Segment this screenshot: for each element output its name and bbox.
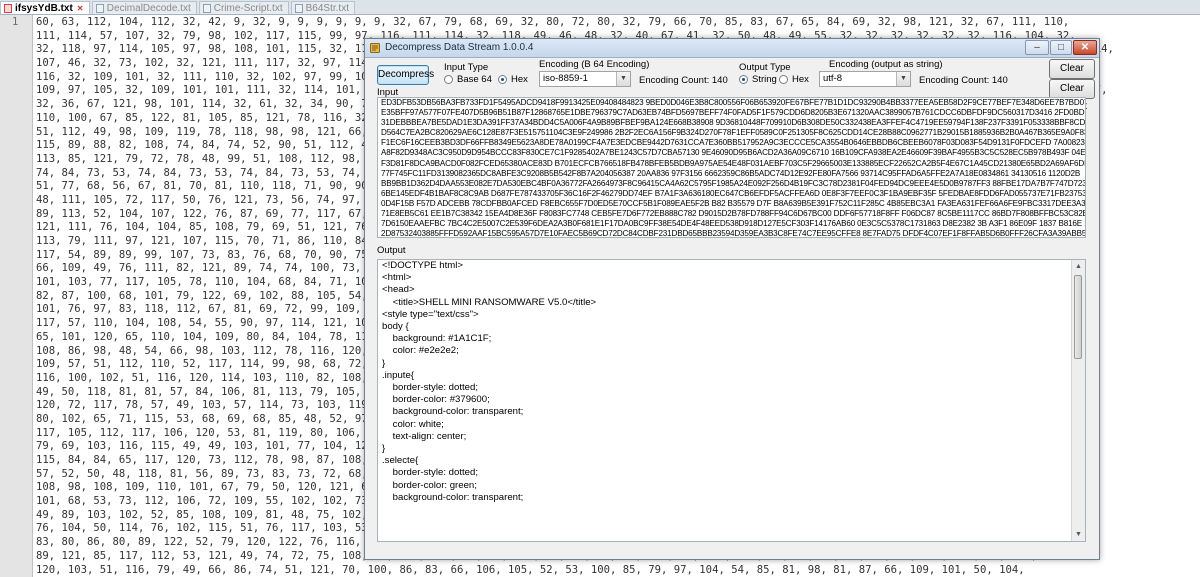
output-line: border-color: green; bbox=[382, 479, 477, 491]
radio-string-circle bbox=[739, 75, 748, 84]
radio-hex-input-circle bbox=[498, 75, 507, 84]
output-line: <head> bbox=[382, 284, 415, 296]
radio-string-label: String bbox=[752, 74, 777, 85]
output-textbox[interactable]: <!DOCTYPE html> <html> <head> <title>SHELL… bbox=[377, 259, 1086, 542]
output-line: text-align: center; bbox=[382, 430, 467, 442]
tab-label: ifsysYdB.txt bbox=[15, 2, 73, 14]
tab-b64str[interactable]: B64Str.txt bbox=[290, 1, 355, 14]
decompress-button[interactable]: Decompress bbox=[377, 65, 434, 85]
scroll-thumb[interactable] bbox=[1074, 275, 1082, 359]
output-line: background-color: transparent; bbox=[382, 491, 524, 503]
tab-label: Crime-Script.txt bbox=[213, 2, 283, 14]
input-hex-line: 6BE145EDF4B1BAF8C8C9AB D687FE787433705F3… bbox=[381, 188, 1085, 198]
output-encoding-select[interactable]: utf-8 ▼ bbox=[819, 71, 911, 87]
radio-base64[interactable]: Base 64 bbox=[444, 74, 492, 85]
file-icon bbox=[294, 3, 303, 13]
radio-hex-input[interactable]: Hex bbox=[498, 74, 528, 85]
file-icon bbox=[95, 3, 104, 13]
input-hex-line: F3D81F8DCA9BACD0F082FCED65380ACE83D B701… bbox=[381, 158, 1085, 168]
tab-decimaldecode[interactable]: DecimalDecode.txt bbox=[91, 1, 197, 14]
output-line: background: #1A1C1F; bbox=[382, 333, 492, 345]
scroll-up-icon[interactable]: ▲ bbox=[1072, 260, 1085, 273]
tab-label: DecimalDecode.txt bbox=[106, 2, 191, 14]
output-line: border-color: #379600; bbox=[382, 394, 490, 406]
radio-hex-output[interactable]: Hex bbox=[779, 74, 809, 85]
input-hex-line: 77F745FC11FD3139082365DC8ABFE3C9208B5B54… bbox=[381, 168, 1081, 178]
input-encoding-select[interactable]: iso-8859-1 ▼ bbox=[539, 71, 631, 87]
output-text: <!DOCTYPE html> <html> <head> <title>SHELL… bbox=[378, 260, 1085, 504]
output-line: color: white; bbox=[382, 418, 444, 430]
input-encoding-count: Encoding Count: 140 bbox=[639, 75, 728, 86]
input-encoding-value: iso-8859-1 bbox=[543, 73, 588, 84]
output-encoding-value: utf-8 bbox=[823, 73, 843, 84]
input-encoding-label: Encoding (B 64 Encoding) bbox=[539, 59, 650, 70]
output-line: border-style: dotted; bbox=[382, 467, 478, 479]
radio-hex-input-label: Hex bbox=[511, 74, 528, 85]
input-hex-line: ED3DFB53DB56BA3FB733FD1F5495ADCD9418F991… bbox=[381, 98, 1085, 107]
radio-base64-label: Base 64 bbox=[457, 74, 492, 85]
input-hex-line: BB9BB1D362D4DAA553E082E7DA530EBC4BF0A367… bbox=[381, 178, 1085, 188]
output-line: } bbox=[382, 357, 386, 369]
close-button[interactable]: ✕ bbox=[1073, 40, 1097, 55]
line-number-gutter: 1 bbox=[0, 15, 33, 577]
tab-ifsysydb[interactable]: ifsysYdB.txt ✕ bbox=[0, 1, 90, 14]
input-textbox[interactable]: ED3DFB53DB56BA3FB733FD1F5495ADCD9418F991… bbox=[377, 97, 1086, 238]
output-line: border-style: dotted; bbox=[382, 382, 478, 394]
file-icon bbox=[4, 3, 12, 13]
input-hex-line: 2D87532403885FFFD592AAF15BC595A57D7E10FA… bbox=[381, 229, 1085, 238]
input-hex-line: A8F82D9348AC3C950D9D954BCCC83F830CE7C1F9… bbox=[381, 148, 1085, 158]
input-type-label: Input Type bbox=[444, 62, 489, 73]
output-line: background-color: transparent; bbox=[382, 406, 524, 418]
clear-output-button[interactable]: Clear Output bbox=[1049, 79, 1095, 112]
output-line: color: #e2e2e2; bbox=[382, 345, 459, 357]
input-hex-line: 0D4F15B F57D ADCEBB 78CDFBB0AFCED F8EBC6… bbox=[381, 198, 1085, 208]
radio-hex-output-circle bbox=[779, 75, 788, 84]
scroll-down-icon[interactable]: ▼ bbox=[1072, 528, 1085, 541]
input-hex-line: 71E8EB5C61 EE1B7C38342 15EA4D8E36F F8083… bbox=[381, 209, 1085, 219]
radio-base64-circle bbox=[444, 75, 453, 84]
input-hex-line: E35BFF97A577F07FE407D5B96B51B87F12868765… bbox=[381, 108, 1085, 118]
input-hex-line: F1EC6F16CEEB3BD3DF66FFB8349E5623A8DE78A0… bbox=[381, 138, 1085, 148]
editor-tab-bar: ifsysYdB.txt ✕ DecimalDecode.txt Crime-S… bbox=[0, 0, 1200, 15]
maximize-button[interactable]: □ bbox=[1050, 40, 1072, 55]
app-icon bbox=[370, 43, 380, 53]
output-scrollbar[interactable]: ▲ ▼ bbox=[1071, 260, 1085, 541]
line-number: 1 bbox=[12, 16, 19, 28]
output-line: .selecte{ bbox=[382, 455, 419, 467]
decompress-dialog: Decompress Data Stream 1.0.0.4 – □ ✕ Dec… bbox=[364, 38, 1100, 560]
tab-label: B64Str.txt bbox=[305, 2, 349, 14]
input-hex-line: D564C7EA2BC820629AE6C128E87F3E515751104C… bbox=[381, 128, 1085, 138]
output-line: <style type="text/css"> bbox=[382, 308, 479, 320]
close-tab-icon[interactable]: ✕ bbox=[77, 4, 84, 12]
input-hex-line: 7D6150EAAEFBC 7BC4C2E5007C2E539F6DEA2A3B… bbox=[381, 219, 1085, 229]
output-line: <!DOCTYPE html> bbox=[382, 260, 464, 271]
output-line: <title>SHELL MINI RANSOMWARE V5.0</title… bbox=[382, 296, 597, 308]
file-icon bbox=[202, 3, 211, 13]
output-line: .inpute{ bbox=[382, 369, 415, 381]
minimize-button[interactable]: – bbox=[1025, 40, 1049, 55]
chevron-down-icon: ▼ bbox=[896, 72, 910, 86]
editor-line: 120, 103, 51, 116, 79, 49, 66, 86, 74, 5… bbox=[36, 563, 1025, 576]
editor-line: 60, 63, 112, 104, 112, 32, 42, 9, 32, 9,… bbox=[36, 16, 1070, 28]
chevron-down-icon: ▼ bbox=[616, 72, 630, 86]
dialog-title: Decompress Data Stream 1.0.0.4 bbox=[385, 42, 534, 53]
input-hex-line: 31DEBBBEA7BE5DAD1E3DA391FF37A34BDD4C5A00… bbox=[381, 118, 1085, 128]
output-type-label: Output Type bbox=[739, 62, 791, 73]
radio-string[interactable]: String bbox=[739, 74, 777, 85]
dialog-title-bar[interactable]: Decompress Data Stream 1.0.0.4 – □ ✕ bbox=[365, 39, 1099, 58]
output-line: <html> bbox=[382, 272, 412, 284]
tab-crime-script[interactable]: Crime-Script.txt bbox=[198, 1, 289, 14]
output-line: body { bbox=[382, 321, 409, 333]
output-encoding-count: Encoding Count: 140 bbox=[919, 75, 1008, 86]
output-line: } bbox=[382, 443, 386, 455]
output-encoding-label: Encoding (output as string) bbox=[829, 59, 943, 70]
output-section-label: Output bbox=[377, 245, 406, 256]
radio-hex-output-label: Hex bbox=[792, 74, 809, 85]
clear-input-button[interactable]: Clear Input bbox=[1049, 59, 1095, 92]
